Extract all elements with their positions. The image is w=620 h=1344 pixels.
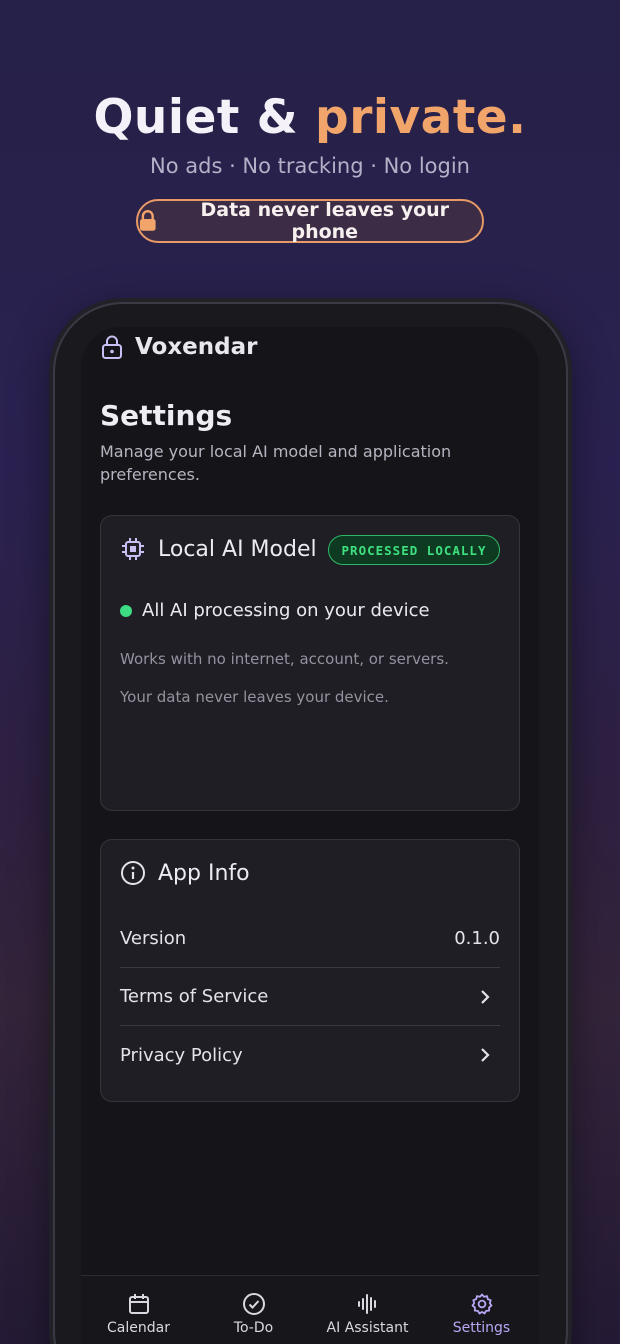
app-info-card: App Info Version 0.1.0 Terms of Service …: [100, 839, 520, 1102]
tab-calendar-label: Calendar: [107, 1320, 170, 1336]
page-title: Settings: [100, 399, 233, 432]
version-row: Version 0.1.0: [120, 910, 500, 968]
ai-status: All AI processing on your device: [120, 600, 430, 621]
offline-note: Works with no internet, account, or serv…: [120, 650, 449, 668]
app-header: Voxendar: [101, 327, 257, 367]
chevron-right-icon: [481, 1048, 490, 1062]
hero-subtitle: No ads · No tracking · No login: [150, 154, 470, 178]
app-screen: Voxendar Settings Manage your local AI m…: [81, 327, 539, 1344]
check-circle-icon: [242, 1293, 265, 1315]
waveform-icon: [357, 1294, 376, 1314]
terms-of-service-label: Terms of Service: [120, 986, 269, 1007]
local-ai-title: Local AI Model: [158, 536, 317, 562]
hero-title-main: Quiet &: [93, 90, 316, 145]
chevron-right-icon: [481, 989, 490, 1004]
status-dot: [120, 604, 132, 617]
privacy-pill: Data never leaves your phone: [136, 199, 484, 243]
hero-title-accent: private.: [315, 90, 527, 145]
tab-todo[interactable]: To-Do: [196, 1292, 311, 1336]
privacy-policy-row[interactable]: Privacy Policy: [120, 1026, 500, 1084]
processed-locally-badge: PROCESSED LOCALLY: [328, 535, 500, 565]
privacy-pill-label: Data never leaves your phone: [200, 199, 450, 243]
tab-todo-label: To-Do: [233, 1320, 274, 1336]
app-name: Voxendar: [135, 334, 258, 360]
lock-icon: [139, 210, 156, 231]
page-description: Manage your local AI model and applicati…: [100, 442, 452, 484]
chip-icon: [122, 538, 144, 560]
app-info-title: App Info: [158, 860, 250, 886]
tab-ai-assistant-label: AI Assistant: [326, 1320, 409, 1336]
bottom-tab-bar: Calendar To-Do AI Assistant Settings: [81, 1275, 539, 1344]
privacy-note: Your data never leaves your device.: [120, 688, 389, 706]
hero-title: Quiet & private.: [0, 90, 620, 145]
lock-icon: [102, 335, 122, 359]
tab-settings-label: Settings: [452, 1320, 511, 1336]
calendar-icon: [128, 1294, 149, 1314]
info-icon: [121, 861, 145, 885]
version-label: Version: [120, 928, 187, 949]
ai-status-text: All AI processing on your device: [142, 600, 430, 621]
tab-settings[interactable]: Settings: [424, 1292, 539, 1336]
local-ai-card: Local AI Model PROCESSED LOCALLY All AI …: [100, 515, 520, 811]
gear-icon: [471, 1293, 492, 1315]
terms-of-service-row[interactable]: Terms of Service: [120, 968, 500, 1026]
tab-ai-assistant[interactable]: AI Assistant: [310, 1292, 425, 1336]
version-value: 0.1.0: [454, 928, 500, 949]
privacy-policy-label: Privacy Policy: [120, 1044, 243, 1066]
tab-calendar[interactable]: Calendar: [81, 1292, 196, 1336]
local-ai-header: Local AI Model: [120, 536, 317, 562]
app-info-header: App Info: [120, 860, 250, 886]
